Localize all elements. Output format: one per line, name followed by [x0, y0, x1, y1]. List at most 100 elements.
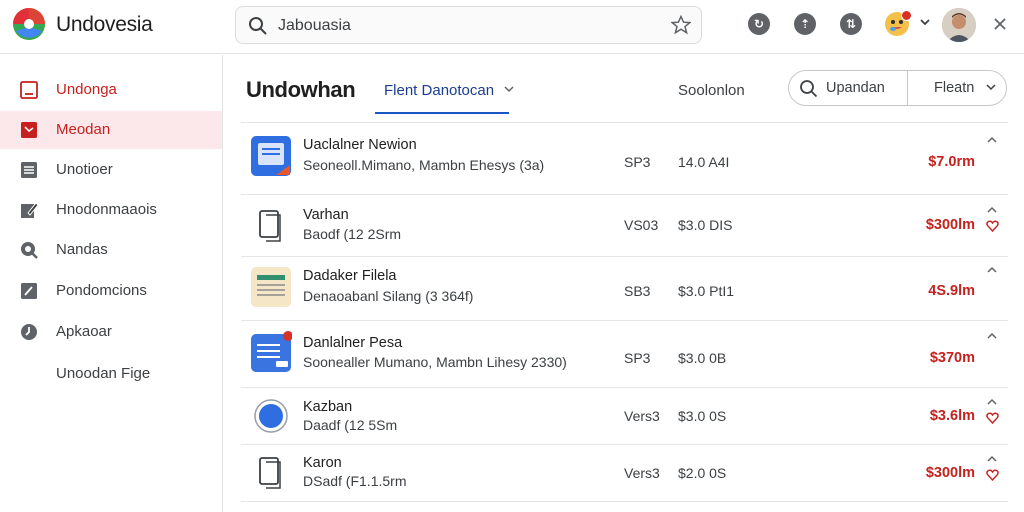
sidebar-item-5[interactable]: Pondomcions	[0, 272, 222, 310]
list-item[interactable]: Dadaker Filela Denaoabanl Silang (3 364f…	[241, 257, 1008, 321]
chevron-down-icon	[986, 84, 996, 91]
column-label[interactable]: Soolonlon	[678, 82, 745, 99]
user-avatar[interactable]	[942, 8, 976, 42]
chevron-up-icon[interactable]	[986, 454, 998, 464]
item-col2: 14.0 A4I	[678, 154, 730, 170]
item-col1: VS03	[624, 217, 659, 233]
sidebar-item-label: Pondomcions	[56, 282, 147, 299]
item-price: 4S.9lm	[928, 283, 975, 299]
search-button-label: Upandan	[826, 80, 885, 96]
item-col2: $2.0 0S	[678, 465, 727, 481]
sync-icon[interactable]: ⇅	[840, 13, 862, 35]
item-subtitle: Daadf (12 5Sm	[303, 417, 398, 433]
blue-form-icon	[251, 331, 292, 372]
list-icon	[21, 162, 37, 178]
page-title: Undowhan	[246, 77, 356, 102]
star-icon[interactable]	[671, 15, 691, 35]
sidebar: Undonga Meodan Unotioer Hnodonmaaois Nan…	[0, 55, 223, 512]
sidebar-item-label: Hnodonmaaois	[56, 201, 157, 218]
sidebar-item-label: Meodan	[56, 121, 111, 138]
search-doc-icon	[21, 242, 38, 259]
filter-button[interactable]: Fleatn	[907, 70, 1007, 106]
item-price: $300lm	[925, 465, 975, 481]
edit-icon	[21, 202, 39, 218]
search-input[interactable]: Jabouasia	[278, 17, 351, 35]
top-bar: Undovesia Jabouasia ↻ ⇡ ⇅	[0, 0, 1024, 54]
blue-doc-icon	[251, 136, 291, 176]
sidebar-item-1[interactable]: Meodan	[0, 111, 222, 149]
item-subtitle: Seoneoll.Mimano, Mambn Ehesys (3a)	[303, 157, 545, 173]
clock-icon	[21, 324, 37, 340]
item-name: Uaclalner Newion	[303, 137, 417, 153]
sidebar-item-label: Apkaoar	[56, 323, 112, 340]
item-col1: SP3	[624, 154, 651, 170]
item-col1: SP3	[624, 350, 651, 366]
sidebar-item-label: Nandas	[56, 241, 108, 258]
item-subtitle: Baodf (12 2Srm	[303, 226, 402, 242]
list-item[interactable]: Danlalner Pesa Soonealler Mumano, Mambn …	[241, 321, 1008, 388]
sidebar-item-0[interactable]: Undonga	[0, 71, 222, 109]
chevron-down-icon	[504, 86, 514, 93]
sidebar-item-6[interactable]: Apkaoar	[0, 313, 222, 351]
blue-circle-icon	[254, 399, 288, 433]
search-bar[interactable]: Jabouasia	[235, 6, 702, 44]
list-item[interactable]: Kazban Daadf (12 5Sm Vers3 $3.0 0S $3.6l…	[241, 388, 1008, 445]
item-col1: Vers3	[624, 408, 660, 424]
spreadsheet-icon	[251, 267, 291, 307]
item-subtitle: Soonealler Mumano, Mambn Lihesy 2330)	[303, 354, 567, 370]
outline-doc-icon	[259, 210, 281, 242]
app-title: Undovesia	[56, 13, 153, 36]
item-price: $3.6lm	[929, 408, 975, 424]
item-col1: Vers3	[624, 465, 660, 481]
item-name: Varhan	[303, 207, 349, 223]
chevron-up-icon[interactable]	[986, 205, 998, 215]
document-icon	[20, 81, 38, 99]
filter-button-label: Fleatn	[934, 80, 975, 96]
item-name: Dadaker Filela	[303, 268, 397, 284]
chevron-up-icon[interactable]	[986, 265, 998, 275]
tab-filter-label: Flent Danotocan	[384, 82, 495, 99]
close-icon[interactable]	[992, 16, 1008, 32]
heart-icon[interactable]	[986, 220, 999, 232]
heart-icon[interactable]	[986, 412, 999, 424]
list-item[interactable]: Uaclalner Newion Seoneoll.Mimano, Mambn …	[241, 122, 1008, 195]
item-subtitle: Denaoabanl Silang (3 364f)	[303, 288, 474, 304]
search-button[interactable]: Upandan	[788, 70, 908, 106]
list-item[interactable]: Karon DSadf (F1.1.5rm Vers3 $2.0 0S $300…	[241, 445, 1008, 502]
item-price: $370m	[929, 350, 975, 366]
chevron-down-icon[interactable]	[919, 17, 931, 27]
item-price: $300lm	[925, 217, 975, 233]
chevron-up-icon[interactable]	[986, 135, 998, 145]
upload-icon[interactable]: ⇡	[794, 13, 816, 35]
search-icon	[800, 80, 818, 98]
outline-doc-icon	[259, 457, 281, 489]
sidebar-item-label: Unotioer	[56, 161, 113, 178]
search-icon	[249, 17, 267, 35]
inbox-icon	[21, 122, 37, 138]
item-col2: $3.0 0S	[678, 408, 727, 424]
item-price: $7.0rm	[928, 154, 975, 170]
item-subtitle: DSadf (F1.1.5rm	[303, 473, 407, 489]
sidebar-item-label: Unoodan Fige	[56, 365, 151, 382]
sidebar-item-4[interactable]: Nandas	[0, 231, 222, 269]
list-item[interactable]: Varhan Baodf (12 2Srm VS03 $3.0 DIS $300…	[241, 195, 1008, 257]
item-name: Danlalner Pesa	[303, 335, 403, 351]
item-col2: $3.0 DIS	[678, 217, 733, 233]
app-logo-icon	[13, 8, 45, 40]
chevron-up-icon[interactable]	[986, 331, 998, 341]
refresh-icon[interactable]: ↻	[748, 13, 770, 35]
tab-filter-dropdown[interactable]: Flent Danotocan	[375, 70, 514, 114]
notification-badge	[901, 10, 912, 21]
heart-icon[interactable]	[986, 469, 999, 481]
pen-icon	[21, 283, 37, 299]
item-col1: SB3	[624, 283, 651, 299]
item-name: Karon	[303, 455, 342, 471]
sidebar-item-2[interactable]: Unotioer	[0, 151, 222, 189]
item-col2: $3.0 0B	[678, 350, 727, 366]
item-name: Kazban	[303, 399, 353, 415]
sidebar-item-3[interactable]: Hnodonmaaois	[0, 191, 222, 229]
sidebar-item-label: Undonga	[56, 81, 117, 98]
chevron-up-icon[interactable]	[986, 397, 998, 407]
item-col2: $3.0 PtI1	[678, 283, 735, 299]
sidebar-item-7[interactable]: Unoodan Fige	[0, 355, 222, 393]
